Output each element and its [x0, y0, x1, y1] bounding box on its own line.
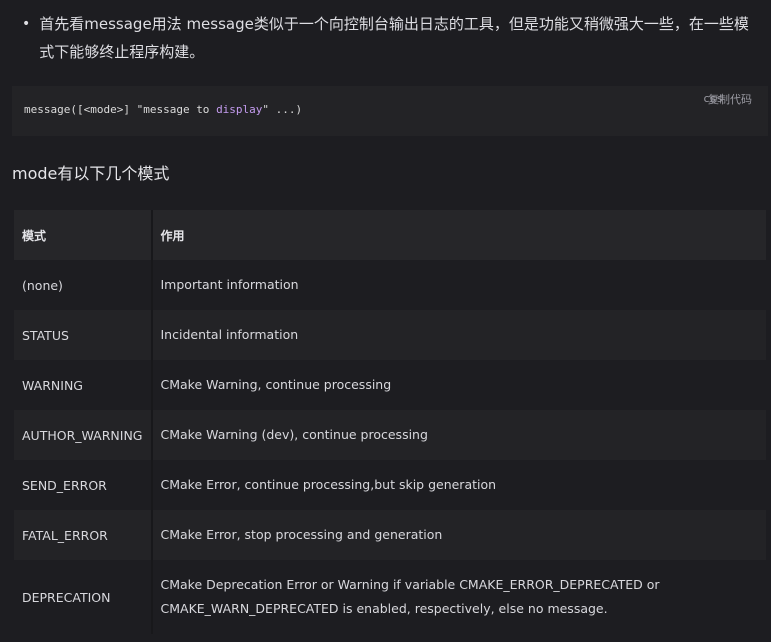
table-cell-desc: CMake Warning, continue processing	[160, 377, 392, 392]
table-cell-desc: CMake Error, continue processing,but ski…	[160, 477, 497, 492]
table-cell-mode: (none)	[14, 260, 153, 310]
table-cell-desc: Incidental information	[160, 327, 299, 342]
section-heading: mode有以下几个模式	[12, 164, 170, 183]
table-cell-mode: DEPRECATION	[14, 560, 153, 634]
table-row: SEND_ERROR CMake Error, continue process…	[14, 460, 766, 510]
table-cell-mode: AUTHOR_WARNING	[14, 410, 153, 460]
table-row: DEPRECATION CMake Deprecation Error or W…	[14, 560, 766, 634]
bullet-text: 首先看message用法 message类似于一个向控制台输出日志的工具，但是功…	[39, 15, 749, 61]
table-row: (none) Important information	[14, 260, 766, 310]
table-cell-mode: STATUS	[14, 310, 153, 360]
table-row: AUTHOR_WARNING CMake Warning (dev), cont…	[14, 410, 766, 460]
table-cell-mode: WARNING	[14, 360, 153, 410]
table-row: FATAL_ERROR CMake Error, stop processing…	[14, 510, 766, 560]
table-row: STATUS Incidental information	[14, 310, 766, 360]
modes-table: 模式 作用 (none) Important information STATU…	[14, 210, 766, 634]
table-header-mode: 模式	[14, 210, 153, 260]
table-cell-mode: FATAL_ERROR	[14, 510, 153, 560]
table-header-purpose: 作用	[160, 228, 185, 243]
table-header-row: 模式 作用	[14, 210, 766, 260]
table-cell-mode: SEND_ERROR	[14, 460, 153, 510]
table-cell-desc: CMake Deprecation Error or Warning if va…	[160, 577, 660, 616]
bullet-dot: •	[22, 16, 31, 32]
code-token: message([<mode>] "message	[24, 103, 197, 116]
table-cell-desc: CMake Error, stop processing and generat…	[160, 527, 443, 542]
code-token: " ...)	[262, 103, 303, 116]
code-line: message([<mode>] "message to display" ..…	[24, 103, 302, 116]
table-cell-desc: Important information	[160, 277, 299, 292]
table-row: WARNING CMake Warning, continue processi…	[14, 360, 766, 410]
table-cell-desc: CMake Warning (dev), continue processing	[160, 427, 428, 442]
bullet-item: • 首先看message用法 message类似于一个向控制台输出日志的工具，但…	[22, 10, 757, 66]
code-token-keyword: to	[196, 103, 210, 116]
article-page: • 首先看message用法 message类似于一个向控制台输出日志的工具，但…	[0, 0, 771, 642]
code-token-builtin: display	[216, 103, 263, 116]
copy-code-button[interactable]: 复制代码	[708, 91, 752, 107]
code-block: css 复制代码 message([<mode>] "message to di…	[12, 86, 768, 136]
